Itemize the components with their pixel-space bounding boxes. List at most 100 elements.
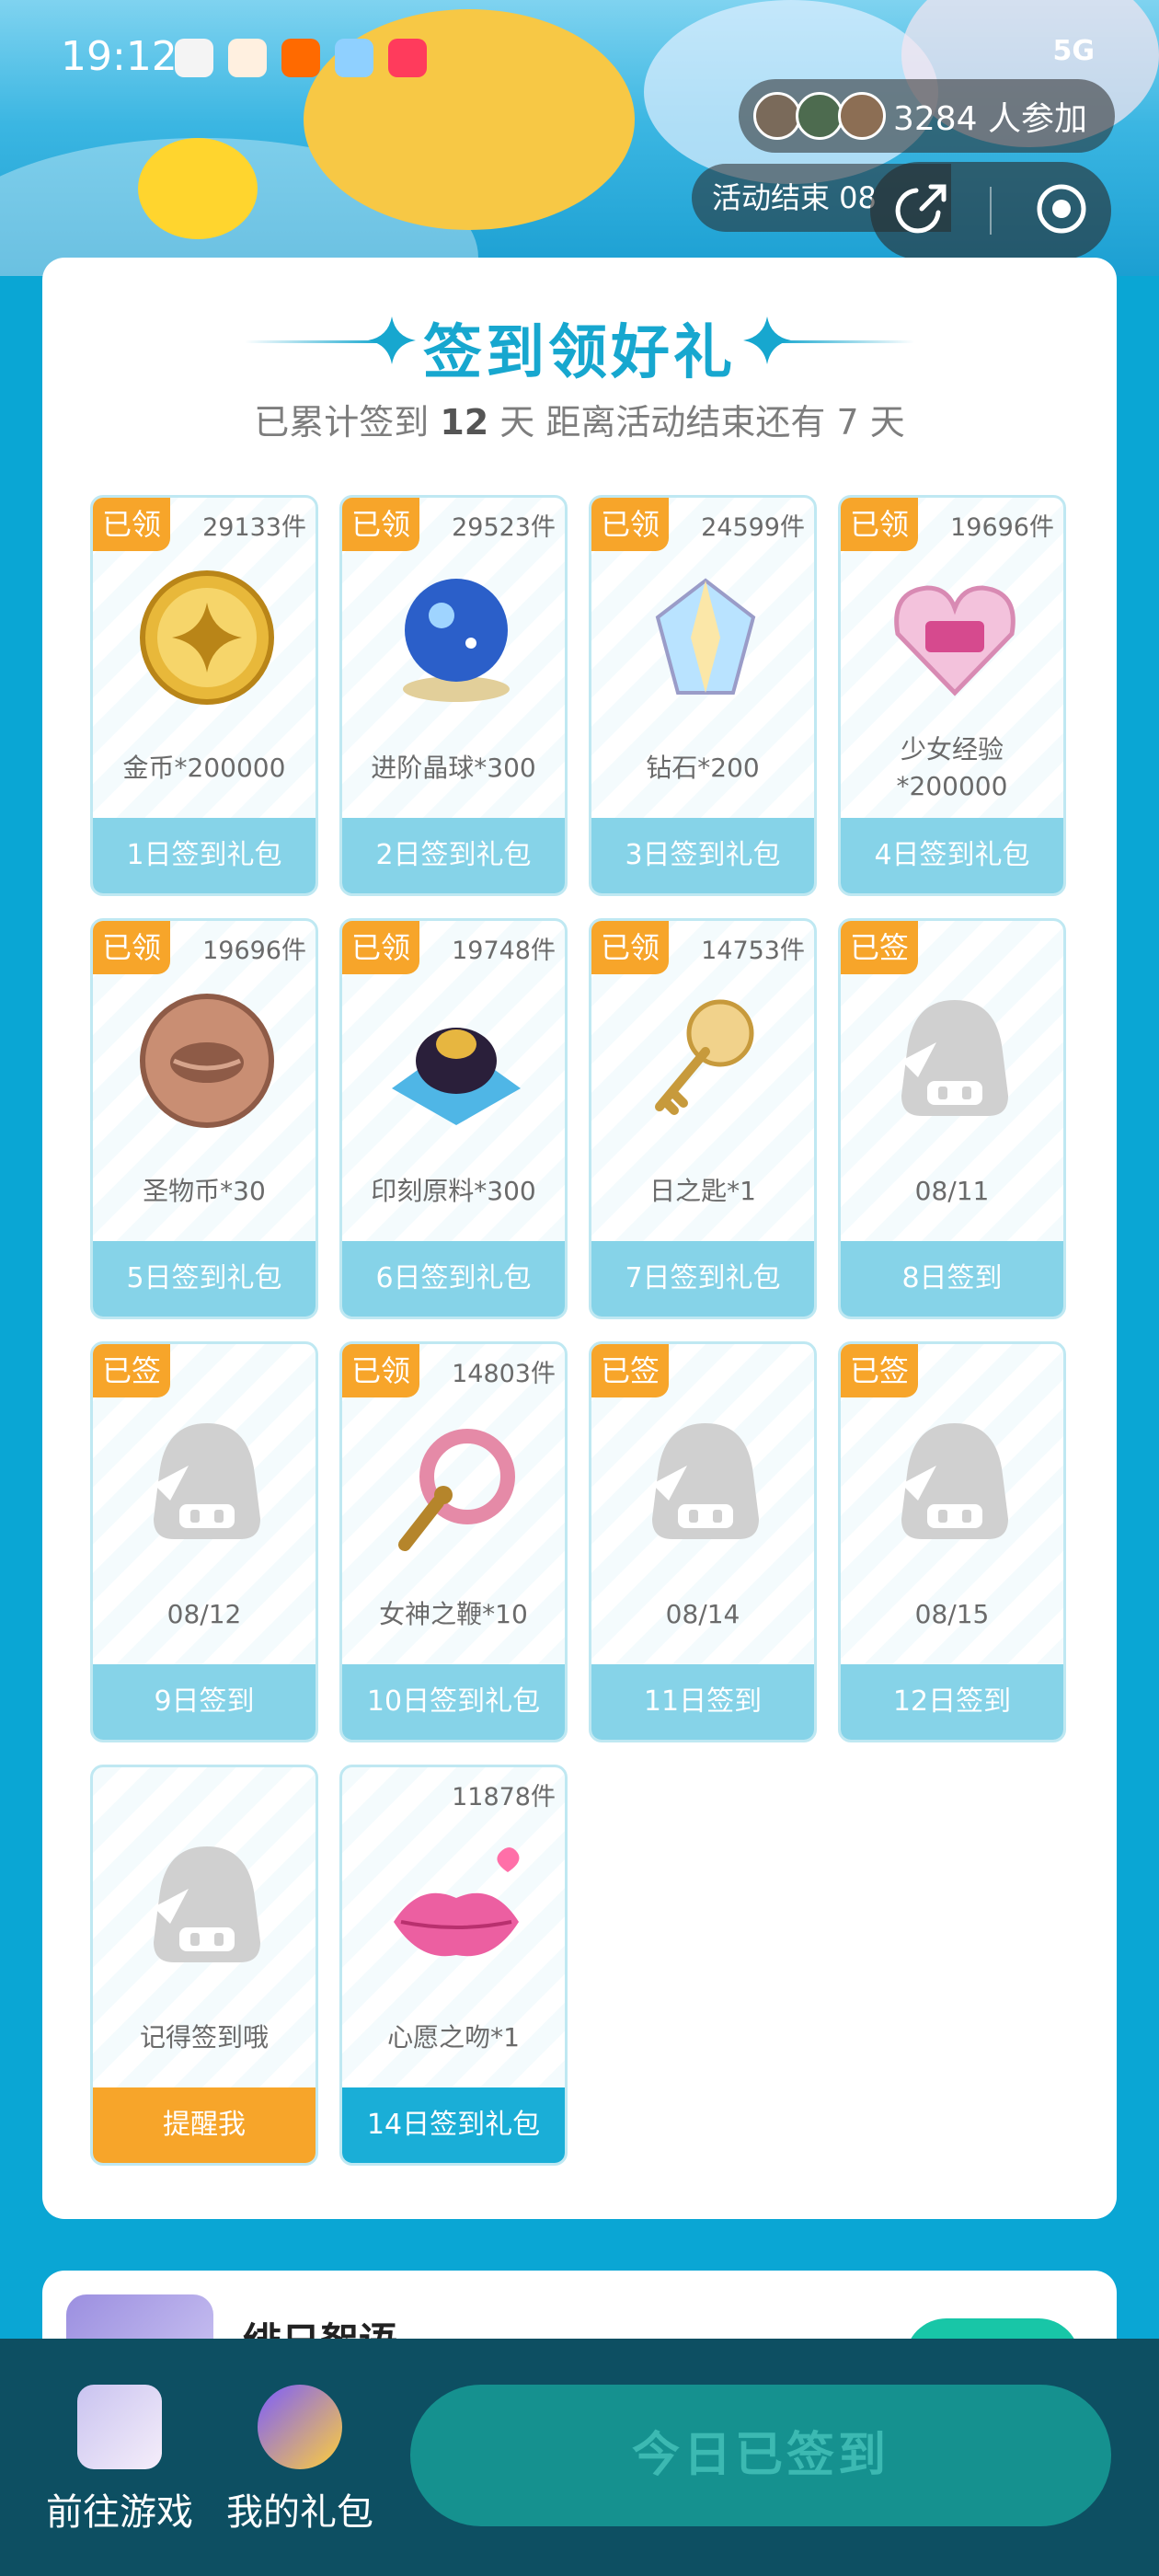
claimed-count: 14803件 [452,1360,556,1388]
reward-button[interactable]: 7日签到礼包 [591,1241,814,1317]
reward-button[interactable]: 9日签到 [93,1664,316,1740]
reward-name: 08/14 [665,1599,740,1629]
status-badge: 已领 [342,921,419,974]
days-signed: 12 [440,402,489,443]
reward-card[interactable]: 已领 29133件 金币*200000 1日签到礼包 [90,495,318,896]
sun-key-icon [632,987,779,1134]
reward-button[interactable]: 14日签到礼包 [342,2087,565,2163]
network-indicator: 5G [1052,35,1096,67]
reward-name: 记得签到哦 [139,2022,269,2053]
reward-card[interactable]: 已领 19748件印刻原料*300 6日签到礼包 [339,918,568,1319]
status-badge: 已领 [342,1344,419,1397]
reward-name: 进阶晶球*300 [371,753,536,783]
reward-card[interactable]: 已领 14803件女神之鞭*10 10日签到礼包 [339,1341,568,1742]
reward-button[interactable]: 10日签到礼包 [342,1664,565,1740]
reward-button[interactable]: 2日签到礼包 [342,818,565,893]
reward-name: 心愿之吻*1 [387,2022,520,2053]
notification-icons [175,39,427,77]
status-badge: 已签 [841,921,918,974]
capsule-divider [990,187,992,235]
experience-heart-icon [881,564,1028,711]
status-badge: 已领 [93,498,170,551]
relic-coin-icon [133,987,281,1134]
days-left: 7 [836,402,859,443]
reward-card[interactable]: 已签 08/14 11日签到 [589,1341,817,1742]
status-badge: 已签 [841,1344,918,1397]
reward-card[interactable]: 已签 08/12 9日签到 [90,1341,318,1742]
reward-name: 圣物币*30 [143,1176,266,1206]
status-badge: 已签 [93,1344,170,1397]
reward-card[interactable]: 已签 08/11 8日签到 [838,918,1066,1319]
my-gifts-button[interactable]: 我的礼包 [217,2385,383,2536]
avatar [837,92,886,140]
reward-card[interactable]: 已签 08/15 12日签到 [838,1341,1066,1742]
go-game-button[interactable]: 前往游戏 [37,2385,202,2536]
reward-button[interactable]: 4日签到礼包 [841,818,1063,893]
reward-name: 08/11 [914,1176,990,1206]
signed-today-button[interactable]: 今日已签到 [410,2385,1111,2526]
reward-button[interactable]: 5日签到礼包 [93,1241,316,1317]
reward-button[interactable]: 提醒我 [93,2087,316,2163]
game-avatar-icon [77,2385,162,2469]
summary-text: 天 距离活动结束还有 [499,402,826,443]
status-time: 19:12 [61,33,178,80]
video-app-icon [388,39,427,77]
avatar [795,92,843,140]
reward-button[interactable]: 8日签到 [841,1241,1063,1317]
reward-name: 08/12 [166,1599,242,1629]
reward-button[interactable]: 6日签到礼包 [342,1241,565,1317]
bottom-bar: 前往游戏 我的礼包 今日已签到 [0,2339,1159,2576]
signin-panel: 签到领好礼 已累计签到 12 天 距离活动结束还有 7 天 已领 29133件 金币… [42,258,1117,2219]
app-icon [335,39,373,77]
claimed-count: 11878件 [452,1783,556,1811]
reward-card[interactable]: 已领 14753件日之匙*1 7日签到礼包 [589,918,817,1319]
claimed-count: 19696件 [950,513,1054,542]
reward-name: 印刻原料*300 [371,1176,536,1206]
reward-card[interactable]: 记得签到哦 提醒我 [90,1765,318,2166]
placeholder-avatar-icon [632,1410,779,1558]
crystal-ball-icon [383,564,530,711]
summary-text: 已累计签到 [254,402,430,443]
placeholder-avatar-icon [133,1834,281,1981]
share-icon[interactable] [890,179,949,242]
status-badge: 已领 [93,921,170,974]
claimed-count: 29133件 [202,513,306,542]
placeholder-avatar-icon [133,1410,281,1558]
summary-text: 天 [869,402,905,443]
reward-button[interactable]: 11日签到 [591,1664,814,1740]
goddess-whip-icon [383,1410,530,1558]
taobao-icon [281,39,320,77]
reward-name: 女神之鞭*10 [379,1599,528,1629]
reward-name: 少女经验 *200000 [896,734,1008,801]
reward-card[interactable]: 已领 19696件 圣物币*30 5日签到礼包 [90,918,318,1319]
placeholder-avatar-icon [881,987,1028,1134]
reward-button[interactable]: 1日签到礼包 [93,818,316,893]
diamond-icon [632,564,779,711]
participants-count: 3284 人参加 [892,100,1087,138]
reward-card[interactable]: 已领 29523件进阶晶球*300 2日签到礼包 [339,495,568,896]
signin-summary: 已累计签到 12 天 距离活动结束还有 7 天 [42,394,1117,444]
status-badge: 已签 [591,1344,669,1397]
reward-card[interactable]: 已领 24599件钻石*200 3日签到礼包 [589,495,817,896]
reward-name: 钻石*200 [646,753,760,783]
reward-button[interactable]: 3日签到礼包 [591,818,814,893]
placeholder-avatar-icon [881,1410,1028,1558]
engraving-material-icon [383,987,530,1134]
reward-button[interactable]: 12日签到 [841,1664,1063,1740]
claimed-count: 14753件 [701,937,805,965]
mini-program-capsule [870,162,1111,259]
reward-name: 日之匙*1 [649,1176,756,1206]
status-badge: 已领 [591,921,669,974]
my-gifts-label: 我的礼包 [226,2491,373,2534]
reward-card[interactable]: 11878件心愿之吻*1 14日签到礼包 [339,1765,568,2166]
target-icon[interactable] [1032,179,1091,242]
status-badge: 已领 [342,498,419,551]
avatar [752,92,801,140]
claimed-count: 24599件 [701,513,805,542]
claimed-count: 29523件 [452,513,556,542]
status-badge: 已领 [591,498,669,551]
status-badge: 已领 [841,498,918,551]
claimed-count: 19748件 [452,937,556,965]
reward-name: 08/15 [914,1599,990,1629]
reward-card[interactable]: 已领 19696件少女经验 *200000 4日签到礼包 [838,495,1066,896]
